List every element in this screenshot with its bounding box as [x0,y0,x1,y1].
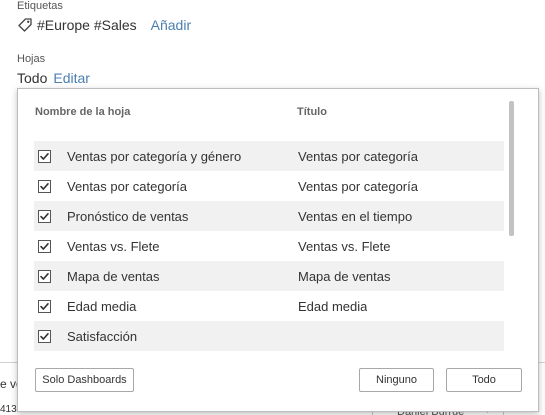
checkmark-icon [40,212,49,220]
checkmark-icon [40,302,49,310]
background-number-fragment: 413 [0,404,17,415]
sheet-name: Ventas por categoría [67,178,187,194]
tags-value: #Europe #Sales [37,17,137,33]
sheet-row[interactable]: Satisfacción [34,321,504,351]
edit-sheets-link[interactable]: Editar [53,70,90,86]
checkmark-icon [40,182,49,190]
sheet-checkbox[interactable] [38,269,51,283]
checkmark-icon [40,332,49,340]
sheet-title: Ventas por categoría [298,148,418,164]
column-header-title: Título [297,106,327,118]
tags-row: #Europe #Sales Añadir [17,16,191,34]
sheet-list: Ventas por categoría y género Ventas por … [34,141,504,351]
dashboards-only-button[interactable]: Solo Dashboards [35,368,134,392]
sheet-row[interactable]: Mapa de ventas Mapa de ventas [34,261,504,291]
sheet-checkbox[interactable] [38,239,51,253]
sheet-row[interactable]: Ventas por categoría Ventas por categoría [34,171,504,201]
sheet-checkbox[interactable] [38,299,51,313]
sheets-label: Hojas [17,53,46,65]
sheet-checkbox[interactable] [38,149,51,163]
sheet-name: Edad media [67,298,137,314]
sheet-title: Ventas por categoría [298,178,418,194]
sheet-checkbox[interactable] [38,209,51,223]
sheet-name: Ventas vs. Flete [67,238,160,254]
sheet-name: Mapa de ventas [67,268,160,284]
sheet-name: Pronóstico de ventas [67,208,189,224]
scrollbar-thumb[interactable] [509,101,514,236]
checkmark-icon [40,152,49,160]
checkmark-icon [40,272,49,280]
sheet-row[interactable]: Pronóstico de ventas Ventas en el tiempo [34,201,504,231]
sheet-row[interactable]: Ventas vs. Flete Ventas vs. Flete [34,231,504,261]
select-all-button[interactable]: Todo [446,368,522,392]
checkmark-icon [40,242,49,250]
column-header-sheet-name: Nombre de la hoja [35,106,131,118]
sheet-name: Satisfacción [67,328,138,344]
sheet-row[interactable]: Ventas por categoría y género Ventas por … [34,141,504,171]
sheet-checkbox[interactable] [38,179,51,193]
sheets-value: Todo [17,70,48,86]
sheet-selection-popup: Nombre de la hoja Título Ventas por cate… [17,88,539,412]
sheet-name: Ventas por categoría y género [67,148,242,164]
tags-label: Etiquetas [17,0,63,12]
tag-icon [17,17,33,33]
sheet-title: Mapa de ventas [298,268,391,284]
scrollbar[interactable] [509,101,514,353]
select-none-button[interactable]: Ninguno [359,368,434,392]
sheets-row: Todo Editar [17,69,90,87]
add-tag-link[interactable]: Añadir [151,17,191,33]
sheet-title: Ventas vs. Flete [298,238,391,254]
sheet-row[interactable]: Edad media Edad media [34,291,504,321]
sheet-title: Ventas en el tiempo [298,208,413,224]
sheet-checkbox[interactable] [38,329,51,343]
sheet-title: Edad media [298,298,368,314]
